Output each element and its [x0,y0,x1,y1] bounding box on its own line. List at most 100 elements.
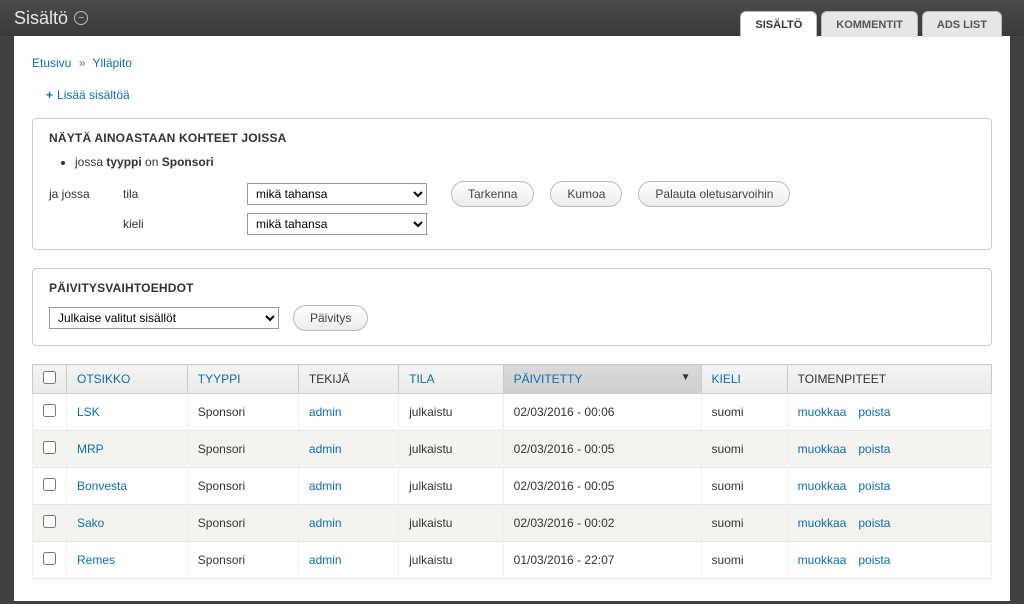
col-title[interactable]: OTSIKKO [67,365,188,394]
row-state: julkaistu [399,505,504,542]
row-updated: 02/03/2016 - 00:05 [503,431,701,468]
filter-buttons: Tarkenna Kumoa Palauta oletusarvoihin [451,181,975,207]
filters-panel: NÄYTÄ AINOASTAAN KOHTEET JOISSA jossa ty… [32,118,992,250]
row-checkbox[interactable] [43,552,56,565]
row-updated: 02/03/2016 - 00:06 [503,394,701,431]
table-row: BonvestaSponsoriadminjulkaistu02/03/2016… [33,468,992,505]
row-state: julkaistu [399,431,504,468]
page-title-bar: Sisältö − [14,8,88,29]
bulk-apply-button[interactable]: Päivitys [293,305,368,331]
row-updated: 02/03/2016 - 00:02 [503,505,701,542]
tab-kommentit[interactable]: KOMMENTIT [821,11,918,37]
table-row: RemesSponsoriadminjulkaistu01/03/2016 - … [33,542,992,579]
col-type[interactable]: TYYPPI [187,365,298,394]
edit-link[interactable]: muokkaa [798,553,847,567]
bulk-action-select[interactable]: Julkaise valitut sisällöt [49,307,279,329]
criteria-field: tyyppi [106,155,141,169]
row-checkbox[interactable] [43,515,56,528]
add-content-link[interactable]: + Lisää sisältöä [46,88,130,102]
row-checkbox[interactable] [43,441,56,454]
row-ops: muokkaa poista [787,468,991,505]
breadcrumb-sep: » [79,56,86,70]
row-ops: muokkaa poista [787,542,991,579]
table-row: MRP Sponsori admin julkaistu02/03/2016 - 00… [33,431,992,468]
criteria-prefix: jossa [75,155,103,169]
edit-link[interactable]: muokkaa [798,442,847,456]
edit-link[interactable]: muokkaa [798,479,847,493]
row-updated: 01/03/2016 - 22:07 [503,542,701,579]
breadcrumb-current[interactable]: Ylläpito [93,56,132,70]
content-table: OTSIKKO TYYPPI TEKIJÄ TILA PÄIVITETTY ▼ … [32,364,992,579]
row-author-link[interactable]: admin [309,553,342,567]
filter-criteria-line: jossa tyyppi on Sponsori [75,155,975,169]
row-lang: suomi [701,394,787,431]
row-lang: suomi [701,431,787,468]
row-type: Sponsori [187,394,298,431]
col-ops: TOIMENPITEET [787,365,991,394]
table-row: LSK Sponsori admin julkaistu02/03/2016 - 00… [33,394,992,431]
row-title-link[interactable]: MRP [77,442,104,456]
refine-button[interactable]: Tarkenna [451,181,534,207]
and-where-label: ja jossa [49,187,109,201]
filter-lang-label: kieli [123,217,233,231]
col-state[interactable]: TILA [399,365,504,394]
breadcrumb: Etusivu » Ylläpito [32,56,992,70]
edit-link[interactable]: muokkaa [798,516,847,530]
row-lang: suomi [701,542,787,579]
add-content-label: Lisää sisältöä [57,88,130,102]
col-lang[interactable]: KIELI [701,365,787,394]
row-author-link[interactable]: admin [309,479,342,493]
criteria-verb: on [145,155,158,169]
select-all-checkbox[interactable] [43,371,56,384]
row-title-link[interactable]: LSK [77,405,100,419]
edit-link[interactable]: muokkaa [798,405,847,419]
row-checkbox[interactable] [43,478,56,491]
filter-state-label: tila [123,187,233,201]
col-updated[interactable]: PÄIVITETTY ▼ [503,365,701,394]
delete-link[interactable]: poista [858,516,890,530]
row-type: Sponsori [187,431,298,468]
sort-desc-icon: ▼ [681,372,691,383]
row-title-link[interactable]: Sako [77,516,104,530]
collapse-icon[interactable]: − [74,11,88,25]
row-title-link[interactable]: Remes [77,553,115,567]
breadcrumb-home[interactable]: Etusivu [32,56,71,70]
row-type: Sponsori [187,542,298,579]
row-lang: suomi [701,505,787,542]
col-checkbox [33,365,67,394]
filter-state-select[interactable]: mikä tahansa [247,183,427,205]
row-author-link[interactable]: admin [309,442,342,456]
filters-panel-title: NÄYTÄ AINOASTAAN KOHTEET JOISSA [49,131,975,145]
filter-lang-select[interactable]: mikä tahansa [247,213,427,235]
primary-tabs: SISÄLTÖ KOMMENTIT ADS LIST [740,11,1002,37]
bulk-panel: PÄIVITYSVAIHTOEHDOT Julkaise valitut sis… [32,268,992,346]
row-type: Sponsori [187,505,298,542]
row-author-link[interactable]: admin [309,516,342,530]
row-author-link[interactable]: admin [309,405,342,419]
row-ops: muokkaa poista [787,431,991,468]
undo-button[interactable]: Kumoa [550,181,622,207]
delete-link[interactable]: poista [858,405,890,419]
delete-link[interactable]: poista [858,442,890,456]
tab-sisalto[interactable]: SISÄLTÖ [740,11,817,37]
plus-icon: + [46,88,53,102]
tab-ads-list[interactable]: ADS LIST [922,11,1002,37]
delete-link[interactable]: poista [858,479,890,493]
table-row: Sako Sponsori admin julkaistu02/03/2016 - 0… [33,505,992,542]
delete-link[interactable]: poista [858,553,890,567]
row-lang: suomi [701,468,787,505]
col-author: TEKIJÄ [298,365,398,394]
row-type: Sponsori [187,468,298,505]
admin-topbar: Sisältö − SISÄLTÖ KOMMENTIT ADS LIST [0,0,1024,36]
reset-button[interactable]: Palauta oletusarvoihin [638,181,790,207]
page-body: Etusivu » Ylläpito + Lisää sisältöä NÄYT… [14,36,1010,601]
criteria-value: Sponsori [162,155,214,169]
row-ops: muokkaa poista [787,394,991,431]
row-state: julkaistu [399,394,504,431]
row-ops: muokkaa poista [787,505,991,542]
row-title-link[interactable]: Bonvesta [77,479,127,493]
bulk-panel-title: PÄIVITYSVAIHTOEHDOT [49,281,975,295]
filter-grid: ja jossa tila mikä tahansa Tarkenna Kumo… [49,181,975,235]
row-checkbox[interactable] [43,404,56,417]
row-updated: 02/03/2016 - 00:05 [503,468,701,505]
